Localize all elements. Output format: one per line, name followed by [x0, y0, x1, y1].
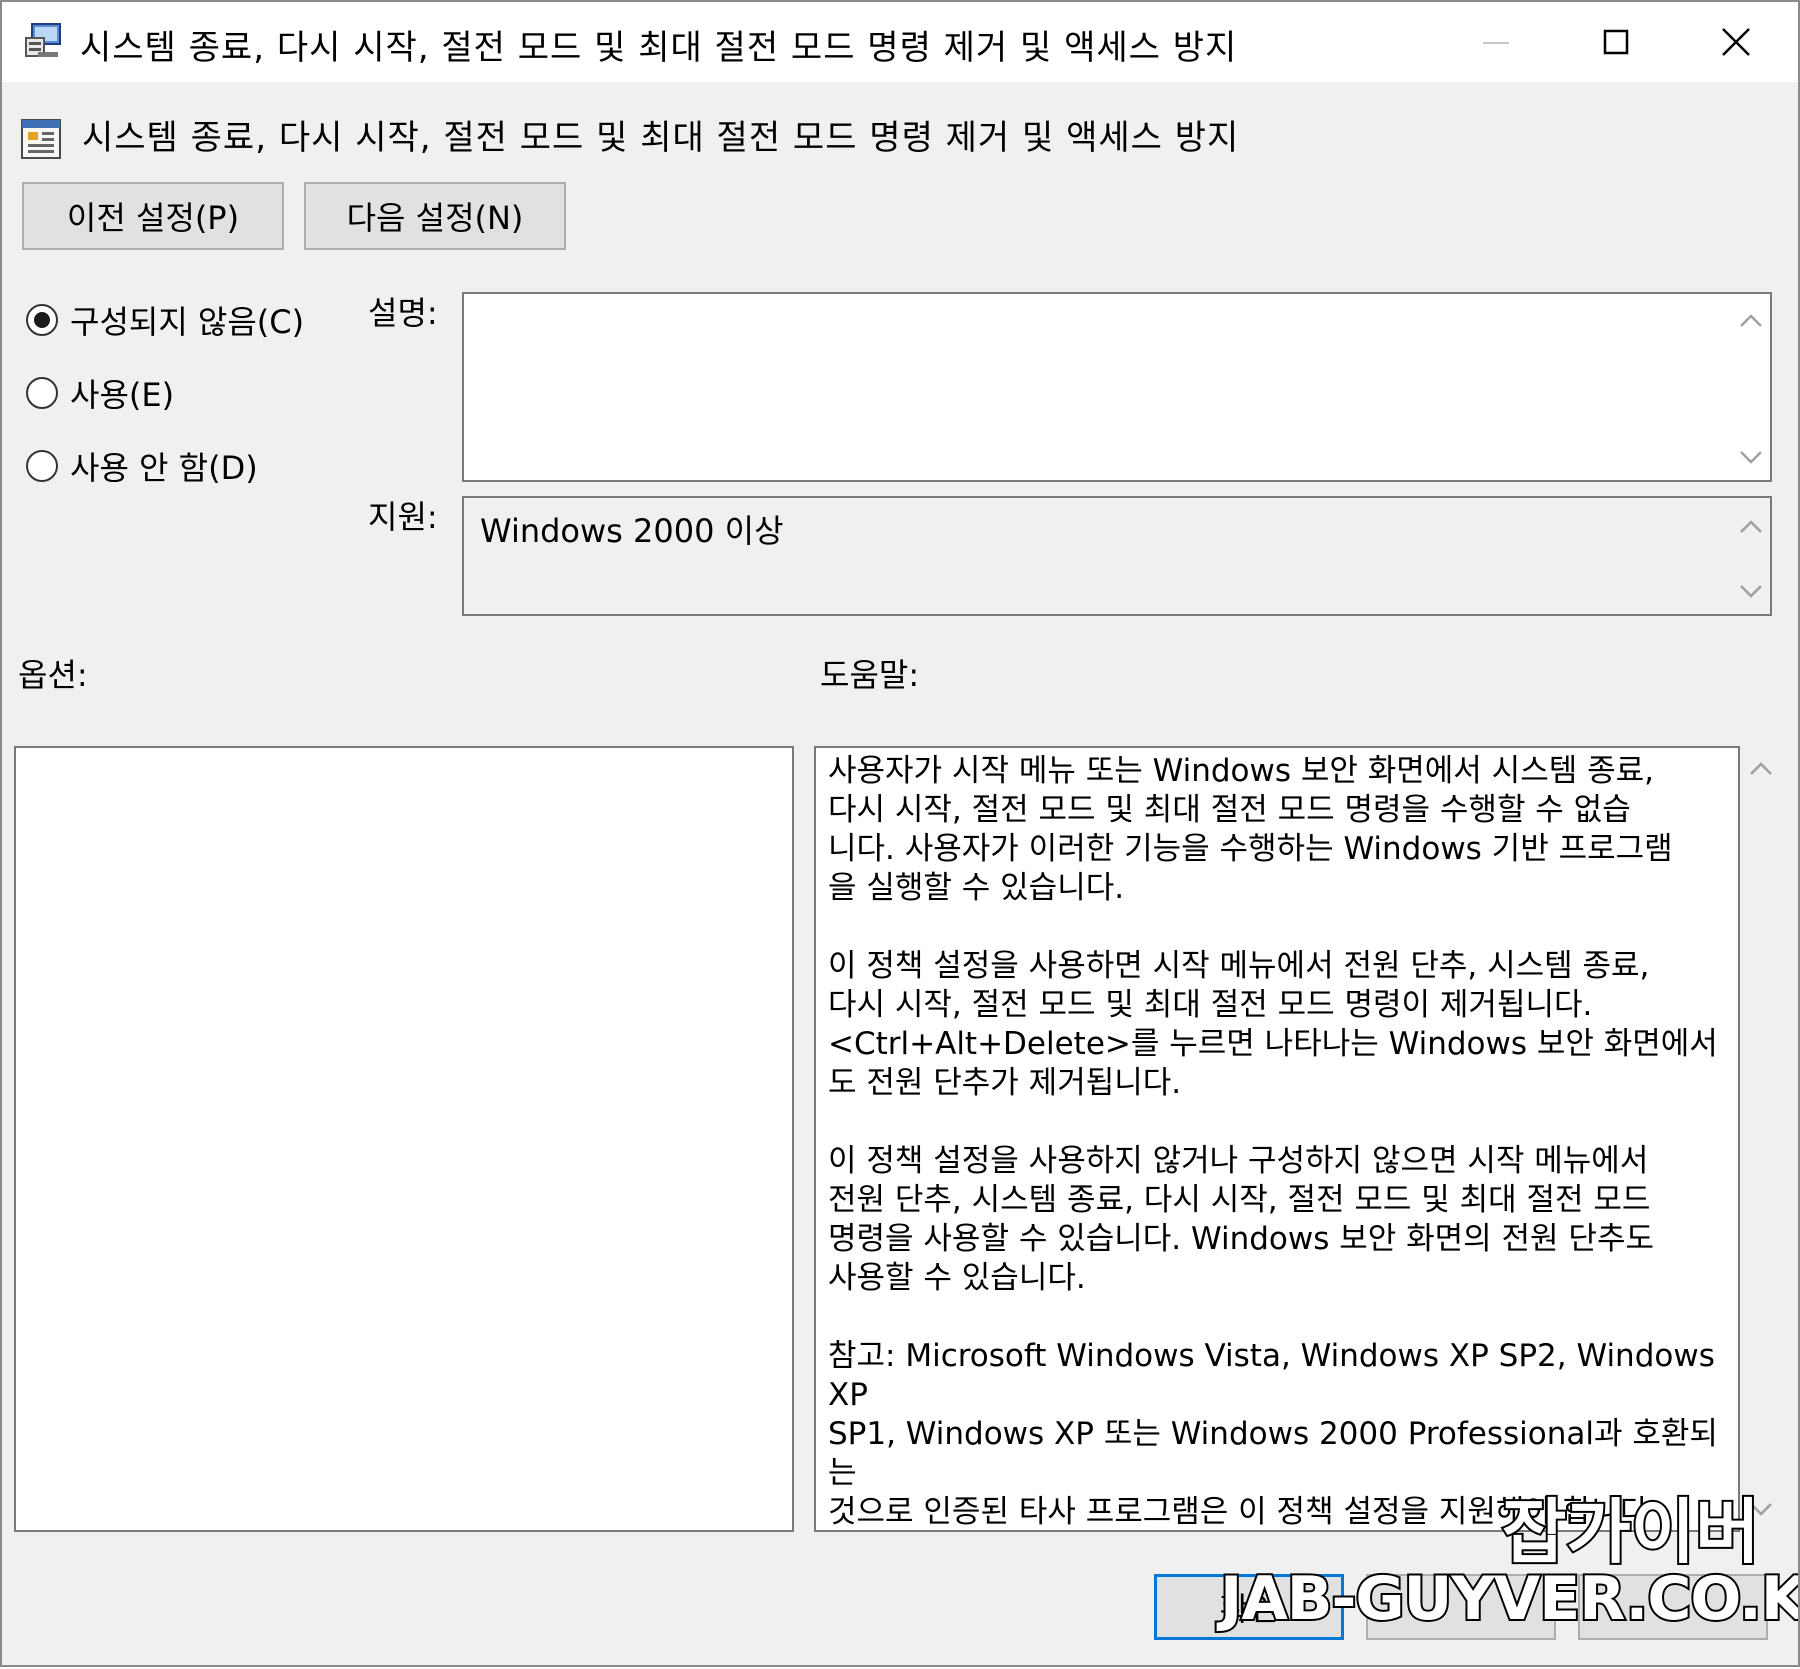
chevron-up-icon[interactable]: [1736, 310, 1766, 332]
radio-circle: [26, 377, 58, 409]
close-icon: [1722, 28, 1750, 56]
radio-enabled[interactable]: 사용(E): [26, 371, 174, 415]
chevron-up-icon[interactable]: [1746, 758, 1776, 780]
watermark-url: JAB-GUYVER.CO.KR: [1218, 1562, 1800, 1636]
title-bar[interactable]: 시스템 종료, 다시 시작, 절전 모드 및 최대 절전 모드 명령 제거 및 …: [2, 2, 1798, 82]
help-text: 사용자가 시작 메뉴 또는 Windows 보안 화면에서 시스템 종료, 다시…: [828, 752, 1728, 1530]
next-setting-button[interactable]: 다음 설정(N): [304, 182, 566, 250]
comment-label: 설명:: [368, 294, 438, 332]
minimize-button[interactable]: [1436, 2, 1556, 82]
supported-on-box: Windows 2000 이상: [462, 496, 1772, 616]
chevron-up-icon[interactable]: [1736, 516, 1766, 538]
chevron-down-icon[interactable]: [1736, 446, 1766, 468]
radio-not-configured[interactable]: 구성되지 않음(C): [26, 298, 304, 342]
radio-label: 사용(E): [70, 376, 175, 414]
radio-label: 구성되지 않음(C): [70, 303, 305, 341]
radio-label: 사용 안 함(D): [70, 449, 258, 487]
policy-dialog-window: 시스템 종료, 다시 시작, 절전 모드 및 최대 절전 모드 명령 제거 및 …: [0, 0, 1800, 1667]
help-paragraph: 이 정책 설정을 사용하지 않거나 구성하지 않으면 시작 메뉴에서 전원 단추…: [828, 1143, 1654, 1296]
comment-textarea[interactable]: [462, 292, 1772, 482]
options-pane: [14, 746, 794, 1532]
group-policy-app-icon: [25, 23, 61, 57]
radio-disabled[interactable]: 사용 안 함(D): [26, 444, 258, 488]
help-pane[interactable]: 사용자가 시작 메뉴 또는 Windows 보안 화면에서 시스템 종료, 다시…: [814, 746, 1740, 1532]
policy-title: 시스템 종료, 다시 시작, 절전 모드 및 최대 절전 모드 명령 제거 및 …: [82, 118, 1240, 158]
help-paragraph: 사용자가 시작 메뉴 또는 Windows 보안 화면에서 시스템 종료, 다시…: [828, 753, 1673, 906]
radio-circle: [26, 450, 58, 482]
watermark-korean: 잡가이버: [1500, 1489, 1762, 1575]
maximize-icon: [1603, 29, 1629, 55]
policy-setting-icon: [21, 119, 61, 159]
supported-on-value: Windows 2000 이상: [480, 512, 784, 550]
radio-selected-dot: [34, 312, 50, 328]
radio-circle: [26, 304, 58, 336]
chevron-down-icon[interactable]: [1736, 580, 1766, 602]
previous-setting-button[interactable]: 이전 설정(P): [22, 182, 284, 250]
supported-label: 지원:: [368, 498, 438, 536]
help-paragraph: 이 정책 설정을 사용하면 시작 메뉴에서 전원 단추, 시스템 종료, 다시 …: [828, 948, 1718, 1101]
minimize-icon: [1483, 42, 1509, 44]
window-title: 시스템 종료, 다시 시작, 절전 모드 및 최대 절전 모드 명령 제거 및 …: [80, 28, 1238, 68]
options-label: 옵션:: [18, 656, 88, 694]
help-label: 도움말:: [820, 656, 920, 694]
close-button[interactable]: [1676, 2, 1796, 82]
maximize-button[interactable]: [1556, 2, 1676, 82]
